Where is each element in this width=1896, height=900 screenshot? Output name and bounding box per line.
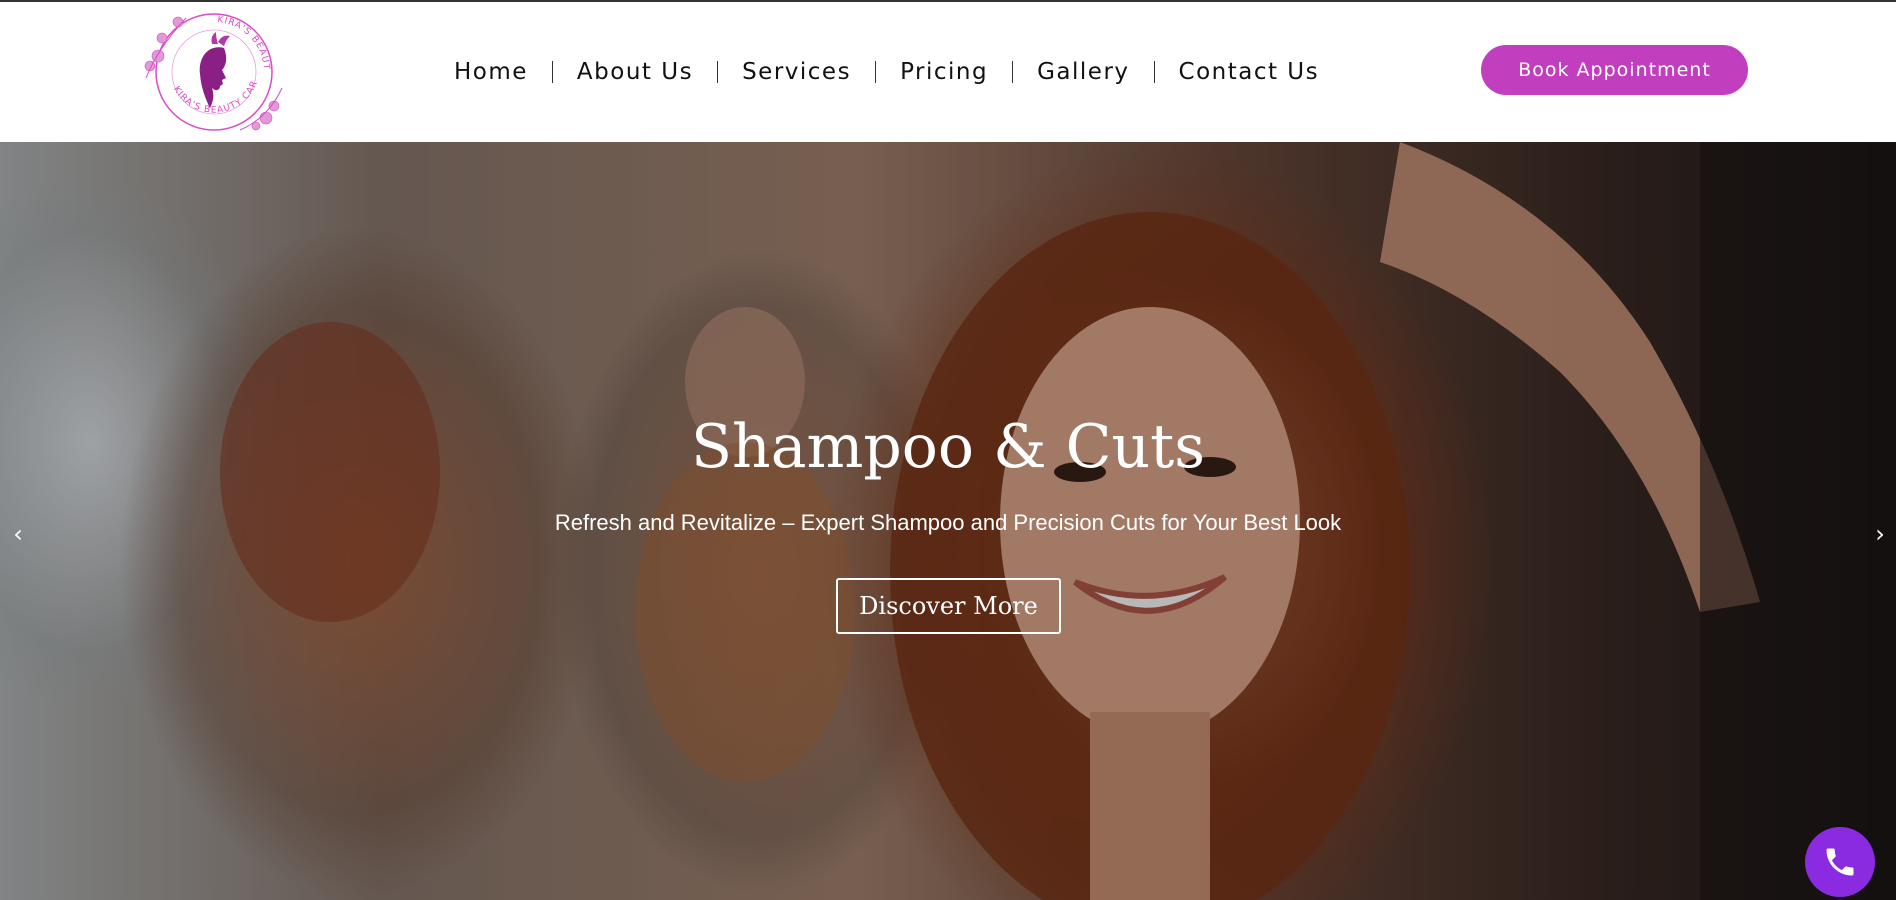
nav-home[interactable]: Home [430, 59, 552, 85]
nav-pricing[interactable]: Pricing [876, 59, 1012, 85]
main-nav: Home About Us Services Pricing Gallery C… [430, 52, 1343, 92]
chevron-right-icon[interactable]: › [1868, 514, 1892, 554]
discover-more-button[interactable]: Discover More [836, 578, 1061, 634]
hero-title: Shampoo & Cuts [690, 412, 1206, 482]
phone-icon [1826, 848, 1854, 876]
site-header: KIRA'S BEAUTY CARE KIRA'S BEAUTY CARE Ho… [0, 1, 1896, 142]
logo-emblem: KIRA'S BEAUTY CARE KIRA'S BEAUTY CARE [136, 1, 283, 131]
nav-about-us[interactable]: About Us [553, 59, 717, 85]
nav-services[interactable]: Services [718, 59, 875, 85]
hero-slider: Shampoo & Cuts Refresh and Revitalize – … [0, 142, 1896, 900]
hero-subtitle: Refresh and Revitalize – Expert Shampoo … [554, 510, 1342, 535]
nav-contact-us[interactable]: Contact Us [1155, 59, 1344, 85]
book-appointment-button[interactable]: Book Appointment [1481, 45, 1748, 95]
brand-logo[interactable]: KIRA'S BEAUTY CARE KIRA'S BEAUTY CARE [136, 1, 288, 136]
hero-content: Shampoo & Cuts Refresh and Revitalize – … [0, 142, 1896, 900]
phone-call-button[interactable] [1805, 827, 1875, 897]
nav-gallery[interactable]: Gallery [1013, 59, 1153, 85]
chevron-left-icon[interactable]: ‹ [6, 514, 30, 554]
